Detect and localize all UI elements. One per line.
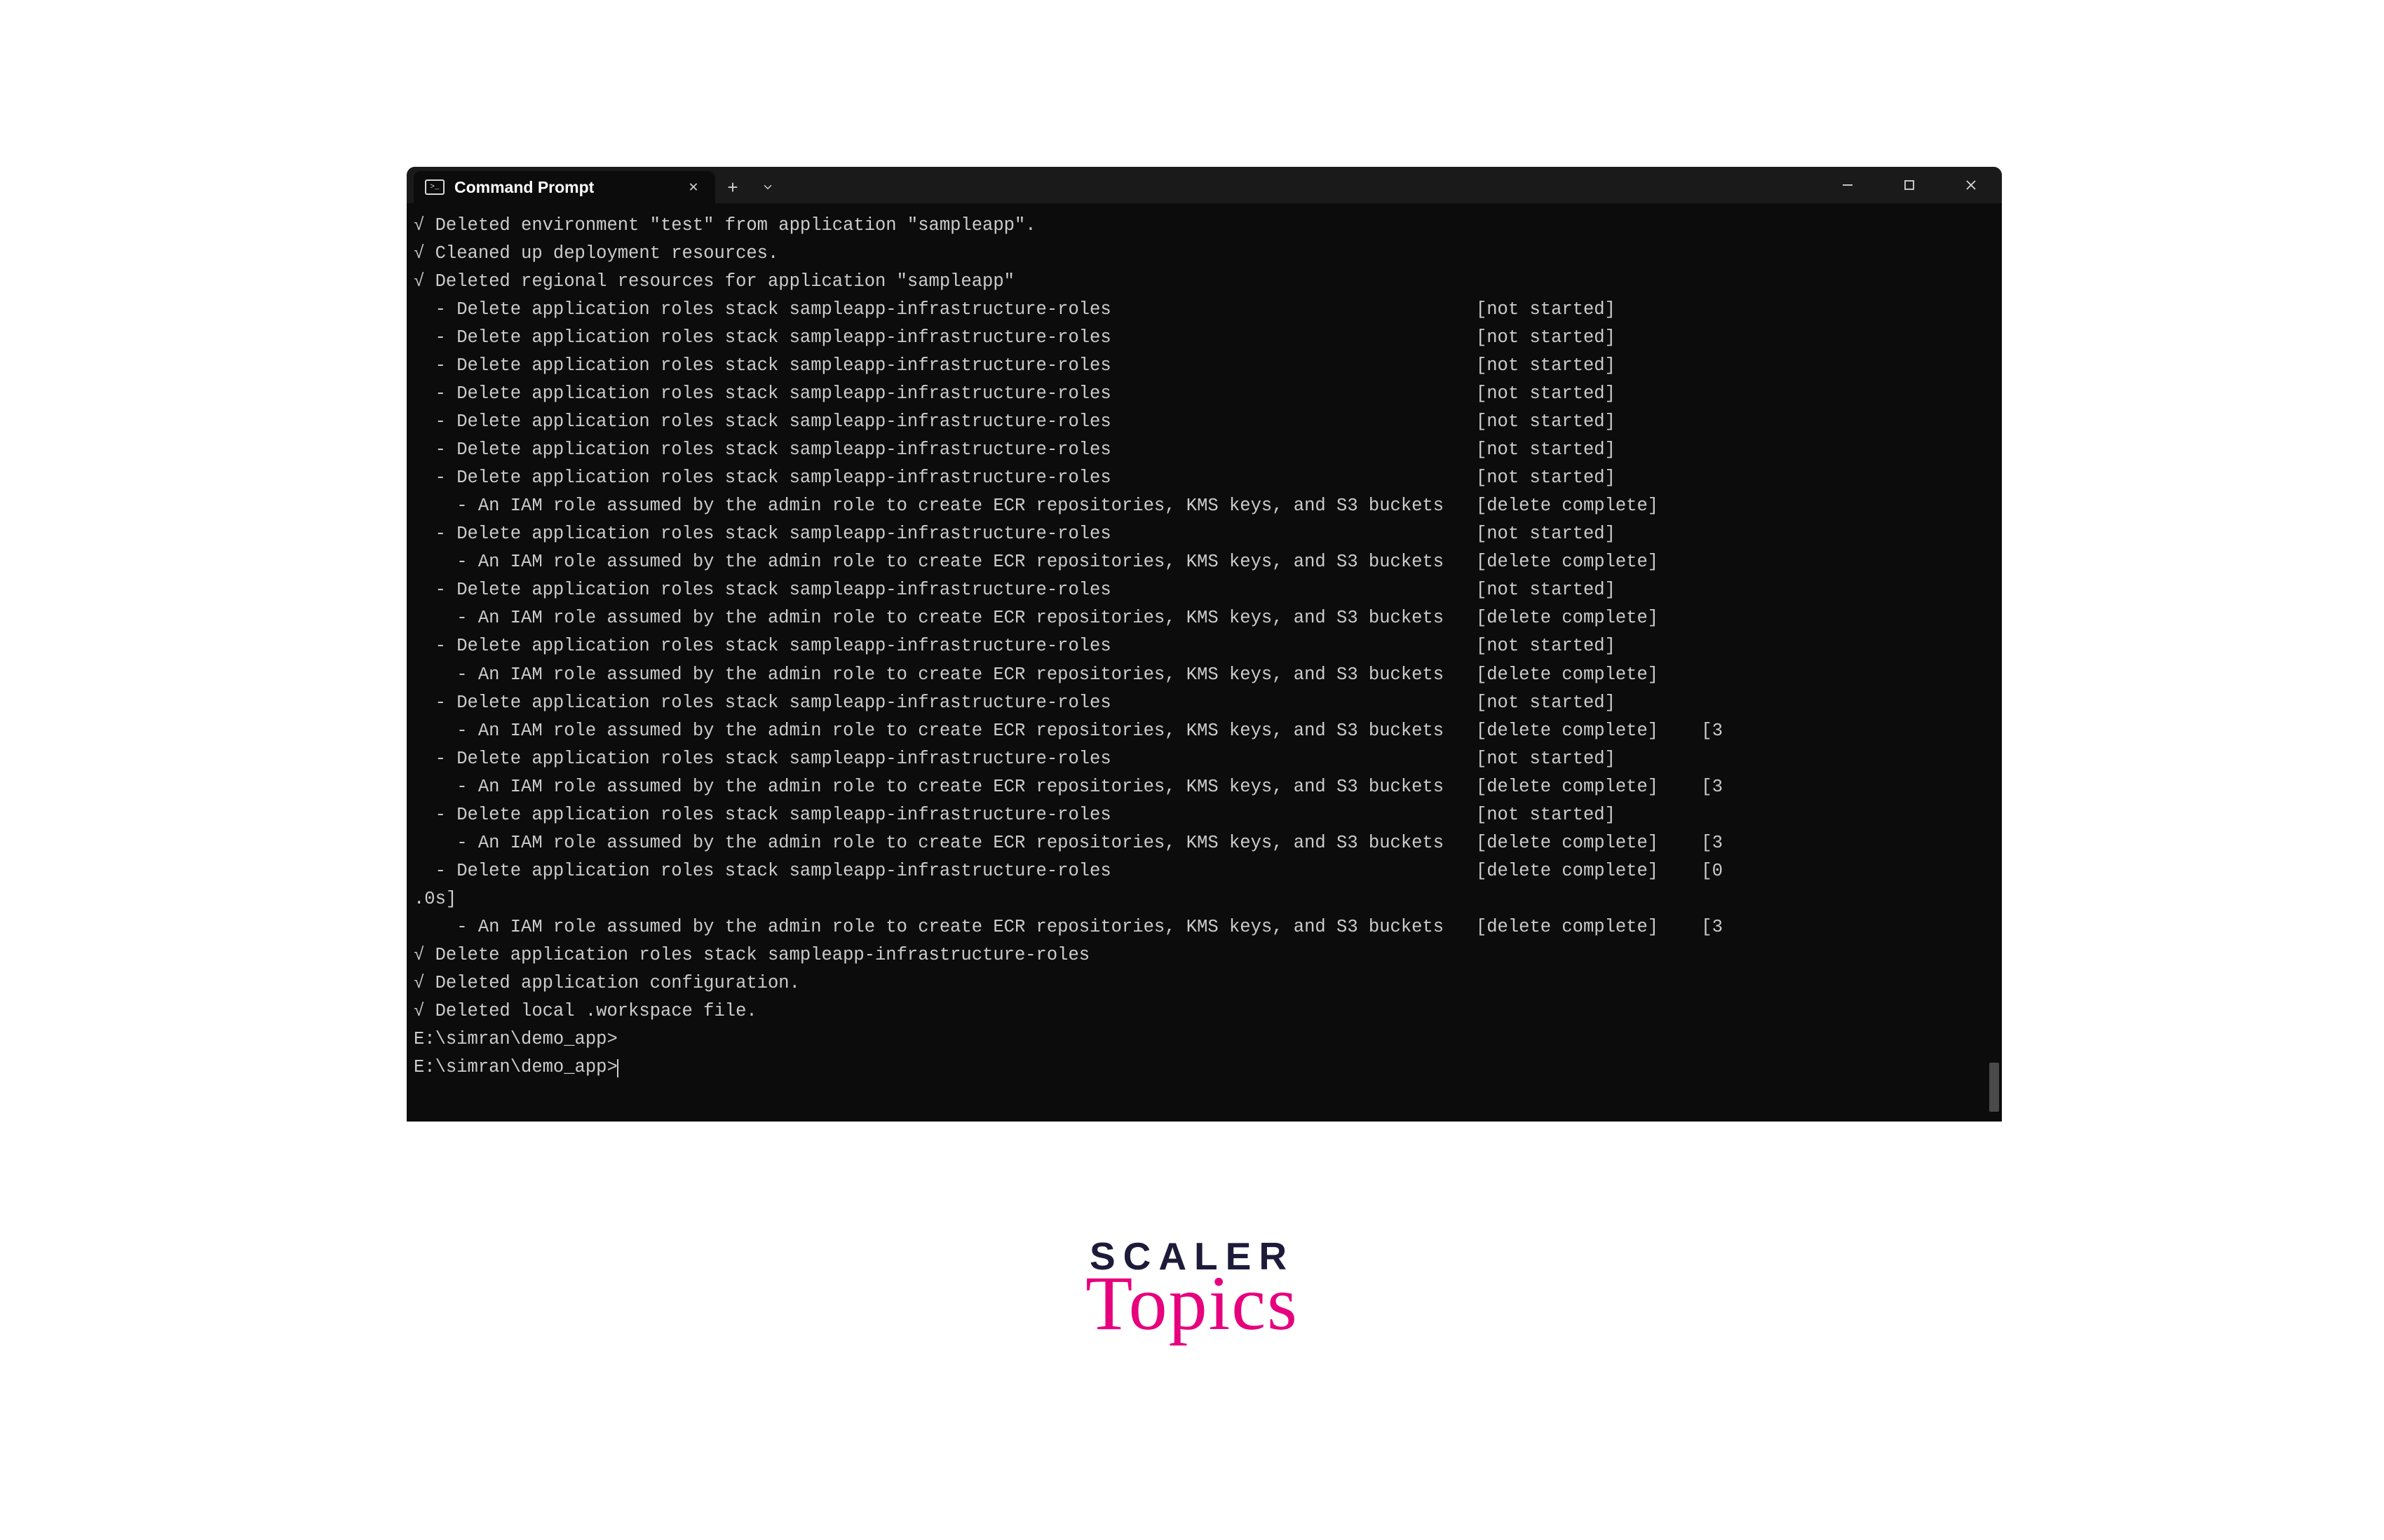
- scrollbar-thumb[interactable]: [1989, 1063, 1999, 1112]
- cursor: [617, 1059, 618, 1077]
- minimize-icon: [1841, 178, 1855, 192]
- terminal-line: - An IAM role assumed by the admin role …: [414, 773, 1995, 801]
- minimize-button[interactable]: [1817, 167, 1878, 203]
- terminal-line: √ Deleted regional resources for applica…: [414, 268, 1995, 296]
- terminal-line: - An IAM role assumed by the admin role …: [414, 548, 1995, 576]
- terminal-line: - Delete application roles stack samplea…: [414, 801, 1995, 829]
- terminal-line: - Delete application roles stack samplea…: [414, 632, 1995, 660]
- scrollbar[interactable]: [1989, 206, 1999, 1119]
- terminal-line: - Delete application roles stack samplea…: [414, 380, 1995, 408]
- terminal-line: - Delete application roles stack samplea…: [414, 296, 1995, 324]
- terminal-line: √ Deleted local .workspace file.: [414, 997, 1995, 1025]
- close-window-button[interactable]: [1940, 167, 2002, 203]
- terminal-line: - An IAM role assumed by the admin role …: [414, 604, 1995, 632]
- tab-command-prompt[interactable]: Command Prompt ✕: [414, 171, 715, 203]
- new-tab-button[interactable]: +: [715, 171, 750, 203]
- terminal-line: - Delete application roles stack samplea…: [414, 857, 1995, 885]
- terminal-line: E:\simran\demo_app>: [414, 1054, 1995, 1082]
- terminal-line: √ Deleted application configuration.: [414, 969, 1995, 997]
- terminal-line: - Delete application roles stack samplea…: [414, 352, 1995, 380]
- chevron-down-icon: [761, 181, 774, 193]
- terminal-line: - An IAM role assumed by the admin role …: [414, 829, 1995, 857]
- terminal-line: - Delete application roles stack samplea…: [414, 520, 1995, 548]
- terminal-line: - Delete application roles stack samplea…: [414, 576, 1995, 604]
- terminal-line: E:\simran\demo_app>: [414, 1025, 1995, 1054]
- terminal-line: - Delete application roles stack samplea…: [414, 324, 1995, 352]
- close-tab-icon[interactable]: ✕: [683, 178, 704, 196]
- terminal-line: - An IAM role assumed by the admin role …: [414, 717, 1995, 745]
- watermark-topics: Topics: [1085, 1259, 1299, 1348]
- tab-title: Command Prompt: [454, 178, 673, 197]
- terminal-output[interactable]: √ Deleted environment "test" from applic…: [407, 203, 2002, 1122]
- terminal-line: - Delete application roles stack samplea…: [414, 745, 1995, 773]
- titlebar[interactable]: Command Prompt ✕ +: [407, 167, 2002, 203]
- maximize-button[interactable]: [1878, 167, 1940, 203]
- close-icon: [1964, 178, 1978, 192]
- maximize-icon: [1902, 178, 1916, 192]
- terminal-line: - Delete application roles stack samplea…: [414, 689, 1995, 717]
- terminal-line: - An IAM role assumed by the admin role …: [414, 661, 1995, 689]
- terminal-line: √ Cleaned up deployment resources.: [414, 240, 1995, 268]
- terminal-line: √ Deleted environment "test" from applic…: [414, 212, 1995, 240]
- terminal-line: √ Delete application roles stack samplea…: [414, 941, 1995, 969]
- terminal-line: - An IAM role assumed by the admin role …: [414, 913, 1995, 941]
- terminal-window: Command Prompt ✕ + √ Deleted environment…: [407, 167, 2002, 1122]
- cmd-icon: [425, 179, 445, 195]
- tab-dropdown-button[interactable]: [750, 171, 785, 203]
- terminal-line: - Delete application roles stack samplea…: [414, 436, 1995, 464]
- terminal-line: .0s]: [414, 885, 1995, 913]
- watermark: SCALER Topics: [1085, 1234, 1299, 1348]
- terminal-line: - Delete application roles stack samplea…: [414, 408, 1995, 436]
- terminal-line: - An IAM role assumed by the admin role …: [414, 492, 1995, 520]
- terminal-line: - Delete application roles stack samplea…: [414, 464, 1995, 492]
